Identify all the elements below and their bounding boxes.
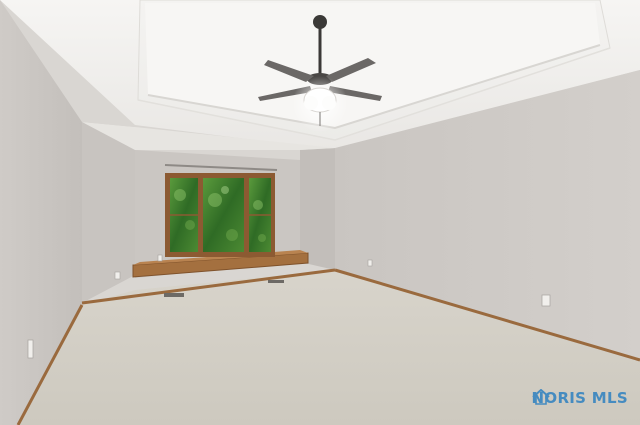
watermark: NORIS MLS <box>532 389 628 407</box>
outlet <box>157 254 163 262</box>
house-icon <box>531 389 550 405</box>
outlet <box>114 271 121 280</box>
alcove-right-wall <box>300 148 335 270</box>
floor-vent <box>268 280 284 283</box>
room-illustration <box>0 0 640 425</box>
floor-vent <box>164 293 184 297</box>
outlet <box>27 339 34 359</box>
room-photo: NORIS MLS <box>0 0 640 425</box>
alcove-left-wall <box>82 122 135 303</box>
outlet <box>541 294 551 307</box>
outlet <box>367 259 373 267</box>
